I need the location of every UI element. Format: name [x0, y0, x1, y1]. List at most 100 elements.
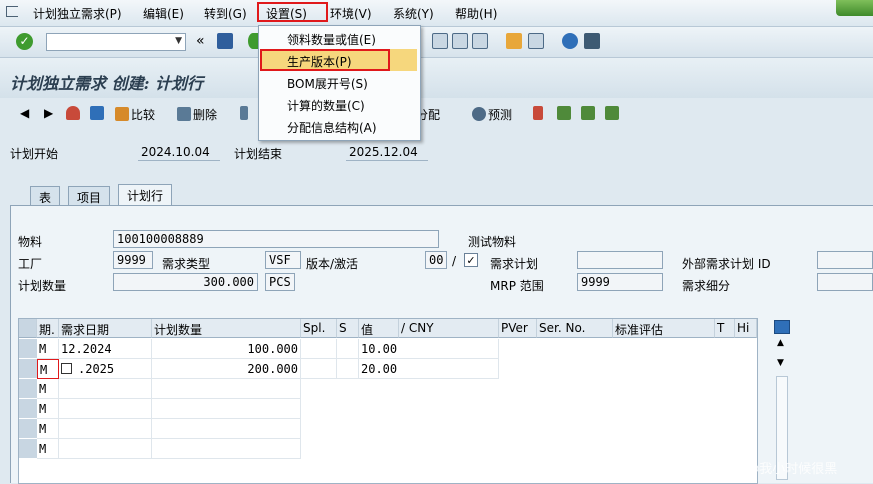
collapse-chevron-icon[interactable]: « [196, 33, 205, 49]
req-detail-field[interactable] [817, 273, 873, 291]
plan-qty-field[interactable]: 300.000 [113, 273, 258, 291]
cell-plan-qty[interactable] [152, 399, 301, 419]
cell-req-date[interactable] [59, 379, 152, 399]
menu-planned-indep-req[interactable]: 计划独立需求(P) [33, 5, 122, 22]
cell-spl[interactable] [301, 339, 337, 359]
row-selector[interactable] [19, 419, 37, 439]
uom-field[interactable]: PCS [265, 273, 295, 291]
enter-check-icon[interactable]: ✓ [16, 33, 33, 50]
cell-plan-qty[interactable] [152, 419, 301, 439]
req-detail-label: 需求细分 [682, 279, 731, 293]
cell-value[interactable]: 10.00 [359, 339, 499, 359]
row-selector[interactable] [19, 379, 37, 399]
table-settings-icon[interactable] [774, 320, 790, 334]
cell-period[interactable]: M [37, 439, 59, 459]
cell-period[interactable]: M [37, 379, 59, 399]
tab-items[interactable]: 项目 [68, 186, 111, 205]
cell-s[interactable] [337, 339, 359, 359]
tab-table[interactable]: 表 [30, 186, 61, 205]
row-selector[interactable] [19, 439, 37, 459]
arrow-left-icon[interactable]: ◀ [20, 106, 29, 120]
cell-period[interactable]: M [37, 399, 59, 419]
cell-spl[interactable] [301, 359, 337, 379]
select-all-header[interactable] [19, 319, 37, 338]
arrow-right-icon[interactable]: ▶ [44, 106, 53, 120]
export-icon[interactable] [557, 106, 573, 121]
cell-value[interactable]: 20.00 [359, 359, 499, 379]
col-ser-no[interactable]: Ser. No. [537, 319, 613, 338]
menu-system[interactable]: 系统(Y) [393, 5, 434, 22]
material-field[interactable]: 100100008889 [113, 230, 439, 248]
cell-req-date[interactable] [59, 419, 152, 439]
version-field[interactable]: 00 [425, 251, 447, 269]
forecast-button[interactable]: 预测 [472, 106, 512, 123]
col-spl[interactable]: Spl. [301, 319, 337, 338]
cell-period[interactable]: M [37, 339, 59, 359]
menu-help[interactable]: 帮助(H) [455, 5, 497, 22]
req-type-field[interactable]: VSF [265, 251, 301, 269]
cell-req-date[interactable] [59, 399, 152, 419]
cell-period[interactable]: M [37, 419, 59, 439]
compare-button[interactable]: 比较 [115, 106, 155, 123]
scroll-up-icon[interactable]: ▲ [777, 338, 784, 348]
col-plan-qty[interactable]: 计划数量 [152, 319, 301, 338]
first-page-icon[interactable] [432, 33, 448, 49]
back-icon[interactable] [248, 33, 258, 49]
ext-req-plan-field[interactable] [817, 251, 873, 269]
menu-exit-icon[interactable] [6, 6, 18, 17]
plant-field[interactable]: 9999 [113, 251, 153, 269]
layout-menu-icon[interactable] [584, 33, 600, 49]
col-currency[interactable]: / CNY [399, 319, 499, 338]
save-icon[interactable] [217, 33, 233, 49]
tab-schedule-lines[interactable]: 计划行 [118, 184, 173, 206]
col-t[interactable]: T [715, 319, 735, 338]
next-page-icon[interactable] [472, 33, 488, 49]
active-checkbox[interactable]: ✓ [464, 253, 478, 267]
row-selector[interactable] [19, 339, 37, 359]
menu-item-allocation-info-structure[interactable]: 分配信息结构(A) [260, 115, 417, 137]
cell-plan-qty[interactable] [152, 379, 301, 399]
col-value[interactable]: 值 [359, 319, 399, 338]
delete-button[interactable]: 删除 [177, 106, 217, 123]
menu-item-bom-explosion[interactable]: BOM展开号(S) [260, 71, 417, 93]
mrp-area-field[interactable]: 9999 [577, 273, 663, 291]
cell-plan-qty[interactable]: 200.000 [152, 359, 301, 379]
col-period[interactable]: 期. [37, 319, 59, 338]
req-plan-field[interactable] [577, 251, 663, 269]
previous-page-icon[interactable] [452, 33, 468, 49]
info-icon[interactable] [90, 106, 106, 121]
copy-icon[interactable] [61, 363, 72, 374]
cell-s[interactable] [337, 359, 359, 379]
chevron-down-icon[interactable]: ▼ [175, 36, 182, 46]
cell-plan-qty[interactable]: 100.000 [152, 339, 301, 359]
pointer-icon[interactable] [533, 106, 545, 121]
cell-req-date[interactable] [59, 439, 152, 459]
new-session-icon[interactable] [506, 33, 522, 49]
menu-environment[interactable]: 环境(V) [330, 5, 372, 22]
cell-period-focused[interactable]: M [37, 359, 59, 379]
help-icon[interactable] [562, 33, 578, 49]
row-selector[interactable] [19, 399, 37, 419]
plan-qty-label: 计划数量 [18, 279, 67, 293]
cell-req-date[interactable]: .2025 [59, 359, 152, 379]
command-field[interactable]: ▼ [46, 33, 186, 51]
col-pver[interactable]: PVer [499, 319, 537, 338]
scroll-down-icon[interactable]: ▼ [777, 358, 784, 368]
window-control-button[interactable] [836, 0, 873, 16]
cell-req-date[interactable]: 12.2024 [59, 339, 152, 359]
import-icon[interactable] [581, 106, 597, 121]
table-icon[interactable] [240, 106, 250, 121]
shortcut-icon[interactable] [528, 33, 544, 49]
select-icon[interactable] [605, 106, 621, 121]
menu-item-calculated-qty[interactable]: 计算的数量(C) [260, 93, 417, 115]
row-selector[interactable] [19, 359, 37, 379]
menu-goto[interactable]: 转到(G) [204, 5, 247, 22]
col-std-eval[interactable]: 标准评估 [613, 319, 715, 338]
col-req-date[interactable]: 需求日期 [59, 319, 152, 338]
cell-plan-qty[interactable] [152, 439, 301, 459]
col-hi[interactable]: Hi [735, 319, 757, 338]
menu-item-withdrawal-qty[interactable]: 领料数量或值(E) [260, 27, 417, 49]
menu-edit[interactable]: 编辑(E) [143, 5, 184, 22]
col-s[interactable]: S [337, 319, 359, 338]
hat-icon[interactable] [66, 106, 82, 121]
